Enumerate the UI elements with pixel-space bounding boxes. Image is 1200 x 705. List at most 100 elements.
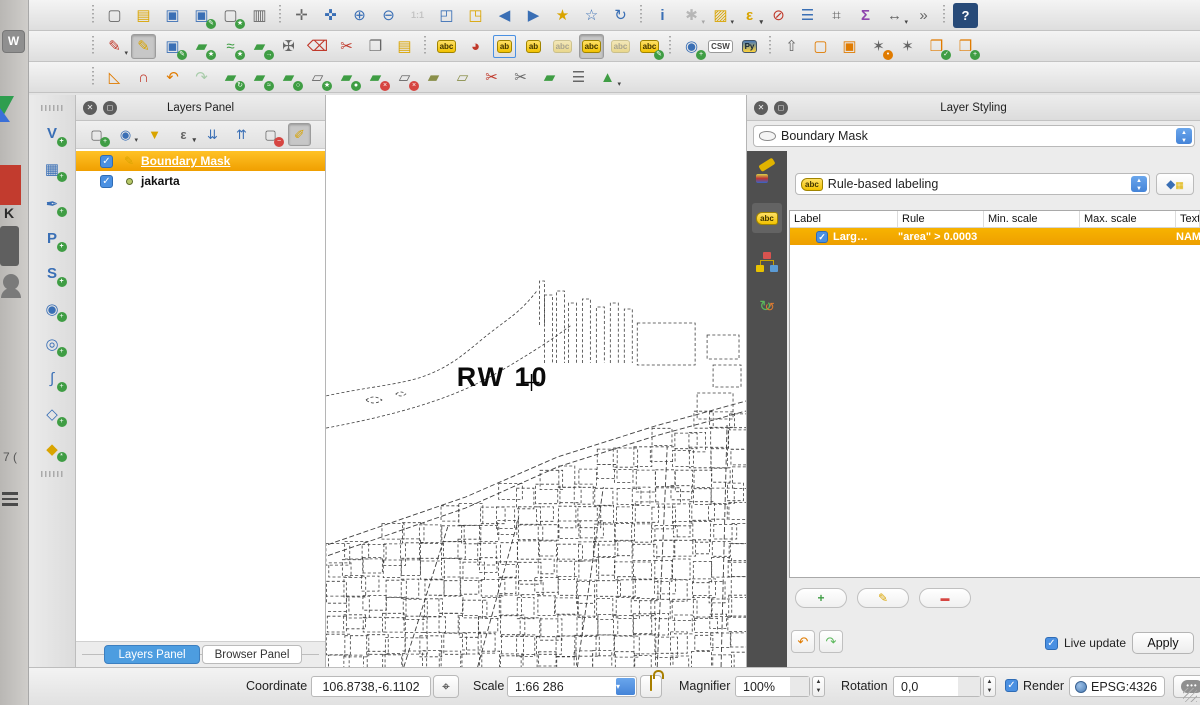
identify-features-icon[interactable]: i [650, 3, 675, 28]
python-console-icon[interactable]: Py [737, 34, 762, 59]
rule-row[interactable]: ✓ Larg… "area" > 0.0003 NAM [790, 228, 1200, 245]
add-ring-icon[interactable]: ▰○ [276, 65, 301, 90]
snapping-icon[interactable]: ∩ [131, 65, 156, 90]
magnifier-stepper[interactable]: ▲▼ [812, 676, 825, 697]
layer-selector-dropdown[interactable]: Boundary Mask ▲▼ [753, 125, 1195, 147]
layer-visibility-checkbox[interactable]: ✓ [100, 175, 113, 188]
copy-features-icon[interactable]: ❐ [363, 34, 388, 59]
save-layer-edits-icon[interactable]: ▣✎ [160, 34, 185, 59]
composer-manager-icon[interactable]: ▥ [247, 3, 272, 28]
scale-dropdown-icon[interactable]: ▾ [616, 678, 635, 695]
highlight-pinned-labels-icon[interactable]: ab [521, 34, 546, 59]
cut-features-icon[interactable]: ✂ [334, 34, 359, 59]
rule-checkbox[interactable]: ✓ [816, 231, 828, 243]
map-canvas[interactable]: RW 10 [326, 95, 747, 667]
mapbook-add-icon[interactable]: ❒+ [953, 34, 978, 59]
undo-icon[interactable]: ↶ [160, 65, 185, 90]
node-tool-icon[interactable]: ≈▾★ [218, 34, 243, 59]
zoom-full-icon[interactable]: ◰ [434, 3, 459, 28]
fill-ring-icon[interactable]: ▰● [334, 65, 359, 90]
add-wcs-layer-icon[interactable]: ◎▾+ [40, 331, 65, 356]
add-wfs-layer-icon[interactable]: ∫+ [40, 366, 65, 391]
toolbar-overflow-icon[interactable]: » [911, 3, 936, 28]
apply-button[interactable]: Apply [1132, 632, 1194, 654]
save-project-icon[interactable]: ▣ [160, 3, 185, 28]
coordinate-input[interactable]: 106.8738,-6.1102 [311, 676, 431, 697]
zoom-next-icon[interactable]: ▶ [521, 3, 546, 28]
paste-features-icon[interactable]: ▤ [392, 34, 417, 59]
dropdown-spinner-icon[interactable]: ▲▼ [1131, 176, 1147, 192]
move-feature-icon[interactable]: ▰→ [247, 34, 272, 59]
scale-lock-button[interactable] [640, 675, 662, 698]
save-project-as-icon[interactable]: ▣✎ [189, 3, 214, 28]
zoom-last-icon[interactable]: ◀ [492, 3, 517, 28]
diagram-options-icon[interactable]: ◕ [463, 34, 488, 59]
automated-placement-button[interactable]: ◆▦ [1156, 173, 1194, 195]
merge-attributes-icon[interactable]: ☰ [566, 65, 591, 90]
extent-selector-icon[interactable]: ▢ [808, 34, 833, 59]
attribute-table-icon[interactable]: ☰ [795, 3, 820, 28]
rotate-feature-icon[interactable]: ▰↻ [218, 65, 243, 90]
select-features-icon[interactable]: ▨▾ [708, 3, 733, 28]
dropdown-spinner-icon[interactable]: ▲▼ [1176, 128, 1192, 144]
filter-expression-icon[interactable]: ε▾ [172, 123, 195, 146]
mapbook-sync-icon[interactable]: ❒✓ [924, 34, 949, 59]
manage-visibility-icon[interactable]: ◉▾ [114, 123, 137, 146]
close-panel-icon[interactable]: ✕ [83, 101, 97, 115]
add-feature-icon[interactable]: ▰★ [189, 34, 214, 59]
deselect-all-icon[interactable]: ⊘ [766, 3, 791, 28]
mouse-tracking-button[interactable]: ⌖ [433, 675, 459, 698]
layer-item-boundary-mask[interactable]: ✓ ✎ Boundary Mask [76, 151, 325, 171]
redo-style-button[interactable]: ↷ [819, 630, 843, 653]
open-styling-panel-icon[interactable]: ✐ [288, 123, 311, 146]
layer-tree[interactable]: ✓ ✎ Boundary Mask ✓ jakarta [76, 149, 325, 641]
add-rule-button[interactable]: + [795, 588, 847, 608]
split-parts-icon[interactable]: ✂ [508, 65, 533, 90]
toolbar-drag-handle[interactable] [41, 105, 63, 111]
add-virtual-layer-icon[interactable]: ◇+ [40, 401, 65, 426]
rotation-stepper[interactable]: ▲▼ [983, 676, 996, 697]
toggle-editing-icon[interactable]: ✎ [131, 34, 156, 59]
new-print-composer-icon[interactable]: ▢★ [218, 3, 243, 28]
add-vector-layer-icon[interactable]: V+ [40, 121, 65, 146]
float-panel-icon[interactable]: ◻ [774, 101, 788, 115]
delete-ring-icon[interactable]: ▰× [363, 65, 388, 90]
delete-selected-icon[interactable]: ⌫ [305, 34, 330, 59]
zoom-in-icon[interactable]: ⊕ [347, 3, 372, 28]
run-feature-action-icon[interactable]: ✱▾ [679, 3, 704, 28]
layer-item-jakarta[interactable]: ✓ jakarta [76, 171, 325, 191]
select-by-expression-icon[interactable]: ε▾ [737, 3, 762, 28]
split-features-icon[interactable]: ✂ [479, 65, 504, 90]
add-delimited-text-icon[interactable]: ✒+ [40, 191, 65, 216]
scale-combo[interactable]: 1:66 286 ▾ [507, 676, 637, 697]
labeling-mode-dropdown[interactable]: abc Rule-based labeling ▲▼ [795, 173, 1150, 195]
merge-features-icon[interactable]: ▰ [537, 65, 562, 90]
pan-to-selection-icon[interactable]: ✜ [318, 3, 343, 28]
csw-icon[interactable]: CSW [708, 34, 733, 59]
tab-labels[interactable]: abc [752, 203, 782, 233]
advanced-digitizing-icon[interactable]: ✠ [276, 34, 301, 59]
labeling-options-icon[interactable]: abc [434, 34, 459, 59]
reshape-features-icon[interactable]: ▰ [421, 65, 446, 90]
crs-status-button[interactable]: EPSG:4326 [1069, 676, 1165, 697]
zoom-to-layer-icon[interactable]: ◳ [463, 3, 488, 28]
tab-layers-panel[interactable]: Layers Panel [104, 645, 200, 664]
toolbar-drag-handle[interactable] [41, 471, 63, 477]
zoom-native-icon[interactable]: 1:1 [405, 3, 430, 28]
annotation-arrow-icon[interactable]: ⇧ [779, 34, 804, 59]
remove-layer-icon[interactable]: ▢− [259, 123, 282, 146]
new-bookmark-icon[interactable]: ★ [550, 3, 575, 28]
move-label-icon[interactable]: abc [579, 34, 604, 59]
add-group-icon[interactable]: ▢+ [85, 123, 108, 146]
offset-curve-icon[interactable]: ▱ [450, 65, 475, 90]
tab-symbology[interactable] [752, 159, 782, 189]
labeling-rules-table[interactable]: Label Rule Min. scale Max. scale Text ✓ … [789, 210, 1200, 578]
rotate-label-icon[interactable]: abc [608, 34, 633, 59]
tab-diagrams[interactable] [752, 247, 782, 277]
remove-rule-button[interactable]: ▬ [919, 588, 971, 608]
add-raster-layer-icon[interactable]: ▦+ [40, 156, 65, 181]
filter-legend-icon[interactable]: ▼ [143, 123, 166, 146]
processing-wand-icon[interactable]: ✶• [866, 34, 891, 59]
measure-icon[interactable]: ↔▾ [882, 3, 907, 28]
pan-map-icon[interactable]: ✛ [289, 3, 314, 28]
